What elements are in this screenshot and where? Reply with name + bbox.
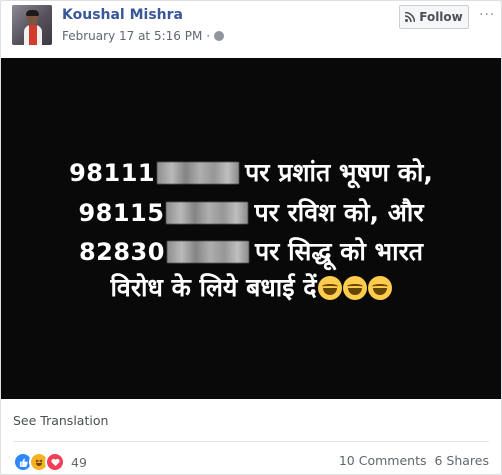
post-image[interactable]: 98111 पर प्रशांत भूषण को, 98115 पर रविश को…	[1, 58, 501, 399]
engagement-stats: 10 Comments 6 Shares	[339, 453, 489, 468]
blurred-digits	[166, 241, 249, 263]
phone-prefix: 82830	[78, 238, 165, 266]
phone-prefix: 98111	[69, 159, 156, 187]
divider	[13, 441, 489, 442]
rss-icon	[405, 12, 416, 22]
meta-separator: ·	[206, 29, 211, 43]
image-text-line: 98115 पर रविश को, और	[1, 195, 501, 229]
more-options-icon[interactable]: ···	[479, 7, 495, 23]
line-text: विरोध के लिये बधाई दें	[110, 273, 317, 302]
line-text: पर सिद्धू को भारत	[254, 237, 424, 266]
laughing-emoji-icon	[367, 276, 392, 300]
image-text-line: 82830 पर सिद्धू को भारत	[1, 234, 501, 268]
post-timestamp[interactable]: February 17 at 5:16 PM	[62, 29, 202, 43]
follow-button[interactable]: Follow	[399, 5, 469, 29]
image-text-line: 98111 पर प्रशांत भूषण को,	[1, 155, 501, 189]
image-text-line: विरोध के लिये बधाई दें	[1, 270, 501, 304]
blurred-digits	[166, 202, 249, 224]
globe-icon	[214, 31, 225, 41]
blurred-digits	[157, 162, 240, 184]
post-meta: February 17 at 5:16 PM ·	[62, 29, 225, 43]
shares-count[interactable]: 6 Shares	[434, 453, 489, 468]
comments-count[interactable]: 10 Comments	[339, 453, 427, 468]
see-translation-link[interactable]: See Translation	[13, 413, 108, 428]
love-icon	[45, 452, 65, 472]
line-text: पर रविश को, और	[254, 198, 424, 227]
post-header: Koushal Mishra February 17 at 5:16 PM · …	[1, 1, 501, 57]
reactions-count: 49	[71, 454, 87, 470]
phone-prefix: 98115	[78, 199, 165, 227]
author-avatar[interactable]	[12, 5, 52, 45]
laughing-emoji-icon	[342, 276, 367, 300]
reactions-summary[interactable]: 49	[13, 452, 87, 472]
follow-label: Follow	[419, 10, 463, 24]
line-text: पर प्रशांत भूषण को,	[245, 158, 433, 187]
laughing-emoji-icon	[317, 276, 342, 300]
author-name[interactable]: Koushal Mishra	[62, 7, 183, 23]
post-card: Koushal Mishra February 17 at 5:16 PM · …	[0, 0, 502, 475]
